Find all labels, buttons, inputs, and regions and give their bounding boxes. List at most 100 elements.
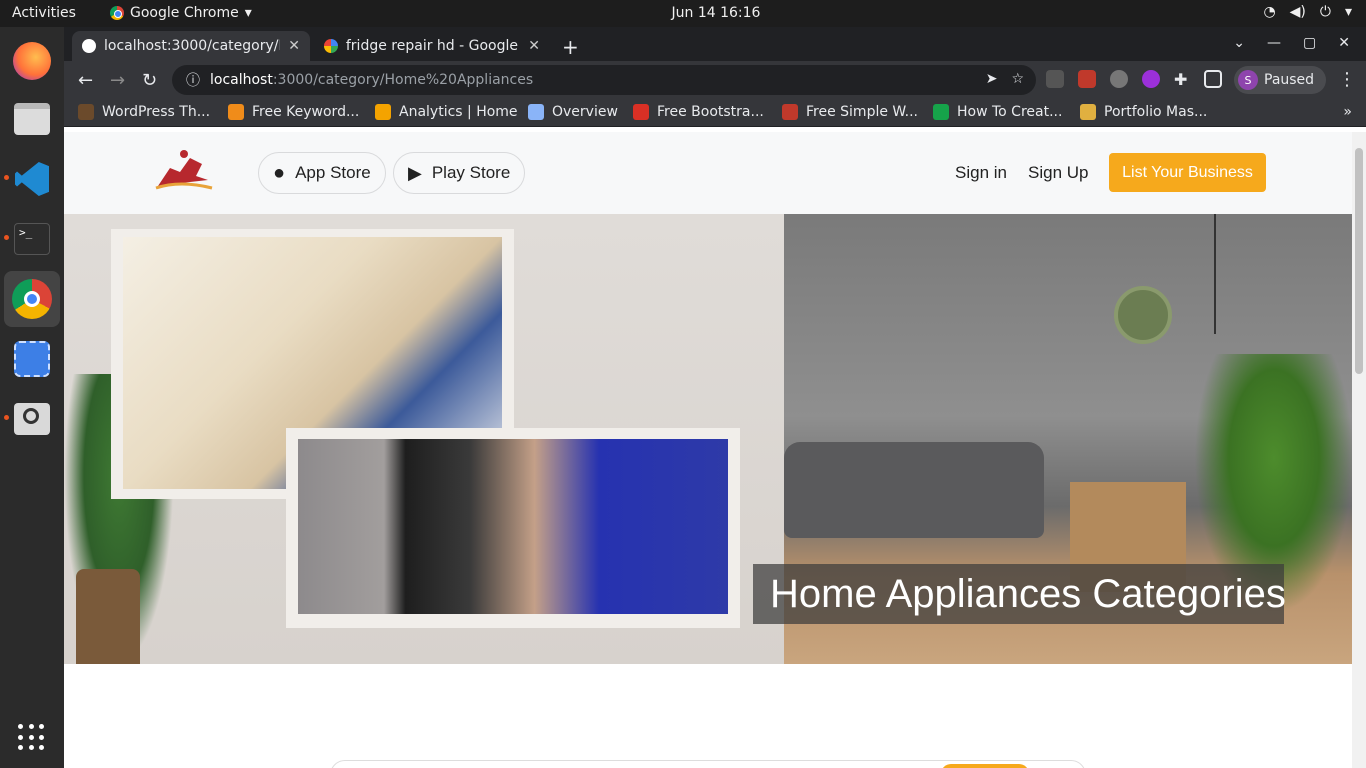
app-store-label: App Store <box>295 163 371 182</box>
close-window-icon[interactable]: ✕ <box>1338 35 1350 51</box>
bookmark-item[interactable]: WordPress Th... <box>78 104 210 120</box>
search-button[interactable] <box>941 764 1029 768</box>
play-store-button[interactable]: ▶ Play Store <box>393 152 526 194</box>
dock: >_ <box>0 27 64 768</box>
terminal-launcher[interactable]: >_ <box>10 217 54 261</box>
bookmark-item[interactable]: Free Bootstra... <box>633 104 764 120</box>
bookmark-item[interactable]: Analytics | Home <box>375 104 518 120</box>
sign-in-link[interactable]: Sign in <box>955 163 1007 183</box>
chrome-icon <box>12 279 52 319</box>
minimize-icon[interactable]: — <box>1267 35 1281 51</box>
pot-image <box>76 569 140 664</box>
forward-button[interactable]: → <box>110 70 125 91</box>
sign-up-link[interactable]: Sign Up <box>1028 163 1088 183</box>
reload-button[interactable]: ↻ <box>142 70 157 91</box>
bookmark-item[interactable]: Free Keyword... <box>228 104 359 120</box>
tab-title: fridge repair hd - Google S <box>345 38 521 54</box>
w-logo-icon <box>782 104 798 120</box>
chevron-down-icon: ▾ <box>1344 4 1352 20</box>
extension-icon[interactable] <box>1142 70 1160 88</box>
extension-icon[interactable] <box>1046 70 1064 88</box>
profile-button[interactable]: S Paused <box>1234 66 1326 94</box>
hero-title: Home Appliances Categories <box>753 564 1286 624</box>
tab-localhost[interactable]: localhost:3000/category/H ✕ <box>72 31 310 61</box>
new-tab-button[interactable]: + <box>562 35 579 59</box>
google-icon <box>324 39 338 53</box>
system-tray[interactable]: ◔ ◀) ⏻ ▾ <box>1263 4 1352 20</box>
amazon-icon <box>228 104 244 120</box>
more-bookmarks-button[interactable]: » <box>1343 104 1352 120</box>
send-icon[interactable]: ➤ <box>986 71 998 87</box>
vscode-launcher[interactable] <box>10 157 54 201</box>
site-logo[interactable] <box>150 146 216 194</box>
clock[interactable]: Jun 14 16:16 <box>0 5 1366 21</box>
files-launcher[interactable] <box>10 97 54 141</box>
magnifier-launcher[interactable] <box>10 397 54 441</box>
window-controls: ⌄ — ▢ ✕ <box>1233 35 1350 51</box>
list-your-business-button[interactable]: List Your Business <box>1109 153 1266 192</box>
omnibox-actions: ➤ ☆ <box>986 71 1024 87</box>
store-icon <box>528 104 544 120</box>
close-icon[interactable]: ✕ <box>528 38 540 54</box>
power-icon: ⏻ <box>1319 4 1331 20</box>
running-indicator <box>4 235 9 240</box>
address-bar[interactable]: ⓘ localhost:3000/category/Home%20Applian… <box>172 65 1036 95</box>
sofa-image <box>784 442 1044 538</box>
network-icon: ◔ <box>1263 4 1276 20</box>
url-host: localhost <box>210 72 273 88</box>
avatar: S <box>1238 70 1258 90</box>
page-scrollbar[interactable] <box>1352 132 1366 768</box>
bookmark-label: WordPress Th... <box>102 104 211 120</box>
bookmark-label: Free Bootstra... <box>657 104 764 120</box>
extension-icon[interactable] <box>1078 70 1096 88</box>
play-store-label: Play Store <box>431 163 511 182</box>
wall-clock-image <box>1114 286 1172 344</box>
bookmark-label: Free Simple W... <box>806 104 918 120</box>
vscode-icon <box>15 162 49 196</box>
bookmark-label: How To Creat... <box>957 104 1063 120</box>
site-header: ● App Store ▶ Play Store Sign in Sign Up… <box>64 132 1352 214</box>
running-indicator <box>4 175 9 180</box>
back-button[interactable]: ← <box>78 70 93 91</box>
w-green-icon <box>933 104 949 120</box>
play-icon: ▶ <box>408 162 422 183</box>
side-panel-icon[interactable] <box>1204 70 1222 88</box>
running-indicator <box>4 415 9 420</box>
apple-icon: ● <box>273 161 286 184</box>
screenshot-launcher[interactable] <box>10 337 54 381</box>
bookmark-item[interactable]: How To Creat... <box>933 104 1062 120</box>
url-path: :3000/category/Home%20Appliances <box>272 72 534 88</box>
favicon-icon <box>82 39 96 53</box>
chrome-launcher[interactable] <box>4 271 60 327</box>
maximize-icon[interactable]: ▢ <box>1303 35 1316 51</box>
hero-banner: Home Appliances Categories <box>64 214 1352 664</box>
browser-toolbar: ← → ↻ ⓘ localhost:3000/category/Home%20A… <box>64 61 1366 99</box>
terminal-icon: >_ <box>14 223 50 255</box>
screenshot-icon <box>14 341 50 377</box>
tab-search-icon[interactable]: ⌄ <box>1233 35 1245 51</box>
profile-status: Paused <box>1264 72 1315 88</box>
web-page: ● App Store ▶ Play Store Sign in Sign Up… <box>64 132 1352 768</box>
bookmarks-bar: WordPress Th... Free Keyword... Analytic… <box>64 99 1366 127</box>
menu-icon[interactable]: ⋮ <box>1338 69 1356 90</box>
system-top-bar: Activities Google Chrome ▾ Jun 14 16:16 … <box>0 0 1366 27</box>
bookmark-item[interactable]: Overview <box>528 104 618 120</box>
firefox-icon <box>13 42 51 80</box>
tab-google-search[interactable]: fridge repair hd - Google S ✕ <box>314 31 550 61</box>
analytics-icon <box>375 104 391 120</box>
show-apps-icon[interactable] <box>18 724 46 752</box>
scrollbar-thumb[interactable] <box>1355 148 1363 374</box>
star-icon[interactable]: ☆ <box>1011 71 1024 87</box>
firefox-launcher[interactable] <box>10 39 54 83</box>
s-logo-icon <box>633 104 649 120</box>
site-info-icon[interactable]: ⓘ <box>186 70 200 90</box>
bookmark-item[interactable]: Free Simple W... <box>782 104 918 120</box>
bookmark-item[interactable]: Portfolio Mas... <box>1080 104 1207 120</box>
puzzle-icon[interactable]: ✚ <box>1174 70 1192 89</box>
close-icon[interactable]: ✕ <box>288 38 300 54</box>
extension-icon[interactable] <box>1110 70 1128 88</box>
files-icon <box>14 103 50 135</box>
portfolio-icon <box>1080 104 1096 120</box>
app-store-button[interactable]: ● App Store <box>258 152 386 194</box>
search-bar[interactable] <box>330 760 1086 768</box>
